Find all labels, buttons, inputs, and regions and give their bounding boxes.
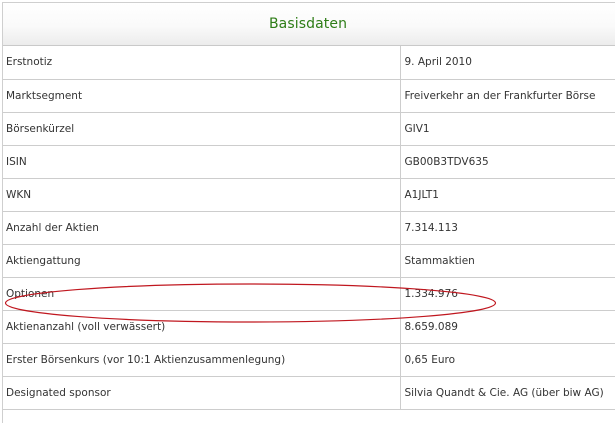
table-row: Erstnotiz 9. April 2010 — [3, 46, 615, 80]
row-value: 9. April 2010 — [400, 46, 615, 80]
row-label: Aktiengattung — [3, 244, 401, 278]
row-label: ISIN — [3, 145, 401, 179]
row-value: A1JLT1 — [400, 178, 615, 212]
table-row: Marktsegment Freiverkehr an der Frankfur… — [3, 79, 615, 113]
table-row: Anzahl der Aktien 7.314.113 — [3, 211, 615, 245]
basisdaten-table: Erstnotiz 9. April 2010 Marktsegment Fre… — [3, 46, 615, 410]
row-value: 1.334.976 — [400, 277, 615, 311]
row-label: Anzahl der Aktien — [3, 211, 401, 245]
row-label: Börsenkürzel — [3, 112, 401, 146]
table-row: Aktiengattung Stammaktien — [3, 244, 615, 278]
row-value: GB00B3TDV635 — [400, 145, 615, 179]
row-label: Aktienanzahl (voll verwässert) — [3, 310, 401, 344]
row-value: 0,65 Euro — [400, 343, 615, 377]
row-value: GIV1 — [400, 112, 615, 146]
row-value: 7.314.113 — [400, 211, 615, 245]
row-label: Marktsegment — [3, 79, 401, 113]
row-label: WKN — [3, 178, 401, 212]
panel-title: Basisdaten — [268, 16, 348, 32]
row-label: Erstnotiz — [3, 46, 401, 80]
row-label: Erster Börsenkurs (vor 10:1 Aktienzusamm… — [3, 343, 401, 377]
row-label: Optionen — [3, 277, 401, 311]
panel-header: Basisdaten — [3, 3, 615, 46]
table-row: ISIN GB00B3TDV635 — [3, 145, 615, 179]
basisdaten-panel: Basisdaten Erstnotiz 9. April 2010 Markt… — [2, 2, 615, 423]
row-value: Freiverkehr an der Frankfurter Börse — [400, 79, 615, 113]
table-row: Erster Börsenkurs (vor 10:1 Aktienzusamm… — [3, 343, 615, 377]
table-row: WKN A1JLT1 — [3, 178, 615, 212]
table-row: Designated sponsor Silvia Quandt & Cie. … — [3, 376, 615, 410]
row-value: Silvia Quandt & Cie. AG (über biw AG) — [400, 376, 615, 410]
row-value: Stammaktien — [400, 244, 615, 278]
row-label: Designated sponsor — [3, 376, 401, 410]
table-row: Aktienanzahl (voll verwässert) 8.659.089 — [3, 310, 615, 344]
table-row-optionen: Optionen 1.334.976 — [3, 277, 615, 311]
row-value: 8.659.089 — [400, 310, 615, 344]
table-row: Börsenkürzel GIV1 — [3, 112, 615, 146]
